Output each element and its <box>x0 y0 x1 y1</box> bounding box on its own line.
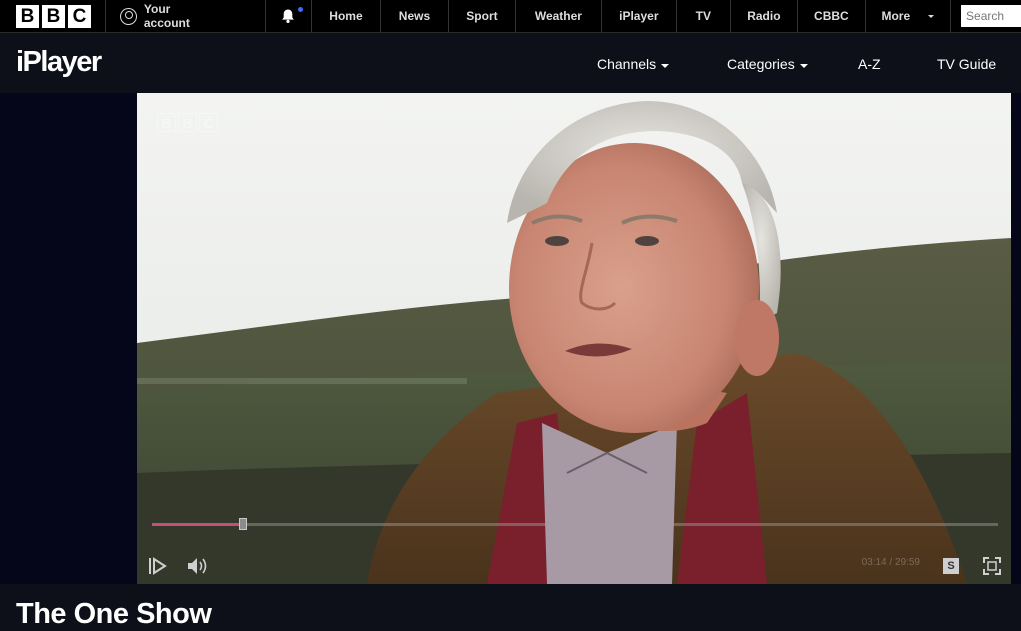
iplayer-logo[interactable]: iPlayer <box>16 46 102 79</box>
categories-menu[interactable]: Categories <box>727 56 808 72</box>
tv-guide-link[interactable]: TV Guide <box>937 56 996 72</box>
progress-fill <box>152 523 244 526</box>
nav-cbbc[interactable]: CBBC <box>798 0 866 32</box>
bbc-global-bar: B B C Your account Home News Sport Weath… <box>0 0 1021 33</box>
watermark-letter: C <box>199 113 218 132</box>
progress-handle[interactable] <box>239 518 248 530</box>
duration-time: 29:59 <box>894 557 920 568</box>
bbc-watermark: B B C <box>157 113 218 132</box>
bbc-logo-letter: C <box>68 4 91 28</box>
nav-sport[interactable]: Sport <box>449 0 517 32</box>
programme-title: The One Show <box>16 598 212 630</box>
bbc-logo-letter: B <box>16 4 39 28</box>
nav-weather[interactable]: Weather <box>516 0 602 32</box>
time-separator: / <box>889 557 893 568</box>
play-icon[interactable] <box>147 555 169 577</box>
video-frame <box>137 93 1011 584</box>
volume-icon[interactable] <box>186 555 210 577</box>
chevron-down-icon <box>799 63 808 68</box>
right-margin <box>1011 93 1021 584</box>
elapsed-time: 03:14 <box>861 557 887 568</box>
left-margin <box>0 93 137 584</box>
bbc-logo[interactable]: B B C <box>0 0 106 32</box>
chevron-down-icon <box>928 15 935 18</box>
nav-news[interactable]: News <box>381 0 449 32</box>
categories-label: Categories <box>727 56 795 72</box>
video-player[interactable]: B B C 03:14 / 29:59 S <box>137 93 1011 584</box>
your-account-link[interactable]: Your account <box>106 0 267 32</box>
nav-tv[interactable]: TV <box>677 0 731 32</box>
nav-more[interactable]: More <box>866 0 952 32</box>
nav-iplayer[interactable]: iPlayer <box>602 0 678 32</box>
progress-bar[interactable] <box>152 518 998 530</box>
account-icon <box>120 7 137 25</box>
nav-home[interactable]: Home <box>312 0 382 32</box>
search-area <box>951 0 1021 32</box>
programme-info: The One Show <box>0 584 1021 630</box>
time-readout: 03:14 / 29:59 <box>862 557 920 568</box>
nav-radio[interactable]: Radio <box>731 0 799 32</box>
search-input[interactable] <box>961 5 1021 27</box>
tv-guide-label: TV Guide <box>937 56 997 72</box>
watermark-letter: B <box>178 113 197 132</box>
bell-icon <box>282 9 295 23</box>
subtitles-icon[interactable]: S <box>943 558 959 574</box>
notifications-button[interactable] <box>266 0 312 32</box>
channels-label: Channels <box>597 56 657 72</box>
nav-more-label: More <box>881 9 911 23</box>
bbc-logo-letter: B <box>42 4 65 28</box>
a-z-label: A-Z <box>858 56 881 72</box>
a-z-link[interactable]: A-Z <box>858 56 881 72</box>
chevron-down-icon <box>661 63 670 68</box>
iplayer-header: iPlayer Channels Categories A-Z TV Guide <box>0 34 1021 93</box>
your-account-label: Your account <box>143 2 190 30</box>
channels-menu[interactable]: Channels <box>597 56 670 72</box>
watermark-letter: B <box>157 113 176 132</box>
notification-dot <box>297 7 303 12</box>
fullscreen-icon[interactable] <box>982 556 1002 576</box>
